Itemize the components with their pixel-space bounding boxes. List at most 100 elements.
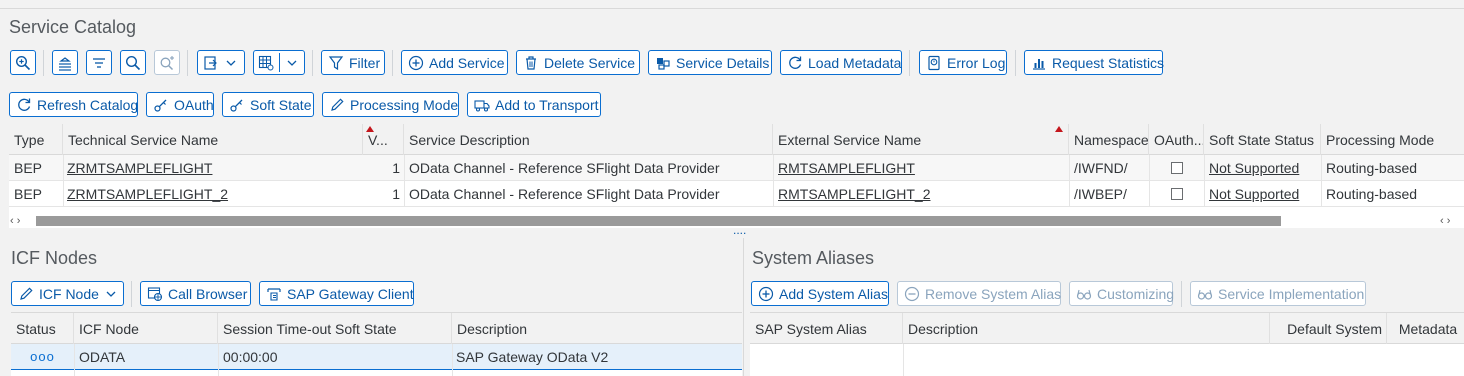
column-divider (1321, 155, 1322, 207)
scrollbar-thumb[interactable] (36, 216, 1281, 226)
oauth-checkbox[interactable] (1170, 187, 1183, 200)
bar-chart-icon (1031, 55, 1047, 71)
filter-list-button[interactable] (86, 50, 112, 75)
cell-oauth[interactable] (1149, 181, 1204, 206)
table-row[interactable]: ooo ODATA 00:00:00 SAP Gateway OData V2 (11, 344, 742, 370)
add-system-alias-label: Add System Alias (779, 285, 888, 302)
column-header-icf-node[interactable]: ICF Node (74, 313, 218, 344)
column-header-soft-state-status[interactable]: Soft State Status (1204, 124, 1321, 155)
column-header-metadata[interactable]: Metadata (1387, 313, 1464, 344)
split-divider (279, 53, 280, 72)
sap-gateway-client-button[interactable]: SAP Gateway Client (259, 281, 414, 306)
call-browser-button[interactable]: Call Browser (140, 281, 251, 306)
table-row[interactable]: BEP ZRMTSAMPLEFLIGHT_2 1 OData Channel -… (9, 181, 1464, 207)
column-header-service-description[interactable]: Service Description (404, 124, 773, 155)
column-header-external-service-name[interactable]: External Service Name (773, 124, 1069, 155)
icf-nodes-table: Status ICF Node Session Time-out Soft St… (11, 312, 742, 376)
error-log-label: Error Log (947, 54, 1006, 71)
refresh-catalog-button[interactable]: Refresh Catalog (9, 92, 138, 117)
delete-service-button[interactable]: Delete Service (516, 50, 640, 75)
cell-type: BEP (14, 159, 43, 176)
sort-indicator-icon (1055, 126, 1063, 132)
cell-technical-service-name[interactable]: ZRMTSAMPLEFLIGHT (63, 155, 363, 180)
icf-node-label: ICF Node (39, 285, 99, 302)
soft-state-link[interactable]: Not Supported (1209, 186, 1299, 202)
export-menu-button[interactable] (197, 50, 245, 75)
service-implementation-label: Service Implementation (1218, 285, 1365, 302)
chevron-down-icon (284, 55, 300, 71)
chevron-down-icon (223, 55, 239, 71)
column-divider (63, 155, 64, 207)
scroll-arrows-right[interactable]: ‹ › (1440, 214, 1450, 228)
external-service-link[interactable]: RMTSAMPLEFLIGHT (778, 160, 915, 176)
external-service-link[interactable]: RMTSAMPLEFLIGHT_2 (778, 186, 930, 202)
column-header-status[interactable]: Status (11, 313, 74, 344)
pencil-icon (329, 97, 345, 113)
add-system-alias-button[interactable]: Add System Alias (751, 281, 889, 306)
toolbar-separator (1181, 281, 1182, 307)
sort-ascending-icon (57, 55, 73, 71)
zoom-button[interactable] (10, 50, 36, 75)
remove-system-alias-button[interactable]: Remove System Alias (897, 281, 1061, 306)
search-next-button[interactable] (154, 50, 180, 75)
column-header-session-timeout[interactable]: Session Time-out Soft State (218, 313, 452, 344)
cell-technical-service-name[interactable]: ZRMTSAMPLEFLIGHT_2 (63, 181, 363, 206)
column-header-namespace[interactable]: Namespace (1069, 124, 1149, 155)
technical-service-link[interactable]: ZRMTSAMPLEFLIGHT (67, 160, 212, 176)
column-header-type[interactable]: Type (9, 124, 63, 155)
cell-external-service-name[interactable]: RMTSAMPLEFLIGHT (773, 155, 1069, 180)
request-statistics-button[interactable]: Request Statistics (1024, 50, 1165, 75)
column-header-processing-mode[interactable]: Processing Mode (1321, 124, 1464, 155)
customizing-button[interactable]: Customizing (1069, 281, 1174, 306)
cell-session-timeout: 00:00:00 (223, 348, 278, 365)
cell-soft-state-status[interactable]: Not Supported (1204, 155, 1321, 180)
delete-service-label: Delete Service (544, 54, 636, 71)
processing-mode-label: Processing Mode (350, 96, 459, 113)
scroll-arrows-left[interactable]: ‹ › (10, 214, 20, 228)
oauth-button[interactable]: OAuth (146, 92, 214, 117)
processing-mode-button[interactable]: Processing Mode (322, 92, 459, 117)
column-header-default-system[interactable]: Default System (1270, 313, 1387, 344)
cell-soft-state-status[interactable]: Not Supported (1204, 181, 1321, 206)
key-icon (229, 97, 245, 113)
soft-state-link[interactable]: Not Supported (1209, 160, 1299, 176)
icf-node-menu-button[interactable]: ICF Node (11, 281, 124, 306)
sort-ascending-button[interactable] (52, 50, 78, 75)
system-aliases-title: System Aliases (752, 248, 875, 268)
funnel-icon (328, 55, 344, 71)
column-divider (218, 344, 219, 376)
column-header-technical-service-name[interactable]: Technical Service Name (63, 124, 363, 155)
layout-menu-button[interactable] (253, 50, 305, 75)
column-divider (452, 344, 453, 376)
service-details-button[interactable]: Service Details (648, 50, 772, 75)
column-header-description[interactable]: Description (452, 313, 742, 344)
column-header-description[interactable]: Description (903, 313, 1270, 344)
key-icon (153, 97, 169, 113)
remove-circle-icon (904, 286, 920, 302)
table-row[interactable]: BEP ZRMTSAMPLEFLIGHT 1 OData Channel - R… (9, 155, 1464, 181)
table-header: SAP System Alias Description Default Sys… (750, 312, 1464, 344)
column-header-sap-system-alias[interactable]: SAP System Alias (750, 313, 903, 344)
toolbar-separator (187, 50, 188, 76)
load-metadata-button[interactable]: Load Metadata (780, 50, 902, 75)
service-implementation-button[interactable]: Service Implementation (1190, 281, 1366, 306)
cell-external-service-name[interactable]: RMTSAMPLEFLIGHT_2 (773, 181, 1069, 206)
pencil-icon (18, 286, 34, 302)
cell-oauth[interactable] (1149, 155, 1204, 180)
request-statistics-label: Request Statistics (1052, 54, 1165, 71)
column-divider (404, 155, 405, 207)
add-to-transport-button[interactable]: Add to Transport (467, 92, 601, 117)
search-button[interactable] (120, 50, 146, 75)
splitter-grip[interactable]: .... (733, 223, 746, 237)
technical-service-link[interactable]: ZRMTSAMPLEFLIGHT_2 (67, 186, 228, 202)
trash-icon (523, 55, 539, 71)
error-log-button[interactable]: Error Log (919, 50, 1007, 75)
soft-state-label: Soft State (250, 96, 312, 113)
export-icon (203, 55, 219, 71)
oauth-checkbox[interactable] (1170, 161, 1183, 174)
soft-state-button[interactable]: Soft State (222, 92, 314, 117)
horizontal-splitter[interactable]: .... (0, 223, 1464, 237)
column-header-oauth[interactable]: OAuth... (1149, 124, 1204, 155)
add-service-button[interactable]: Add Service (401, 50, 508, 75)
filter-button[interactable]: Filter (321, 50, 385, 75)
